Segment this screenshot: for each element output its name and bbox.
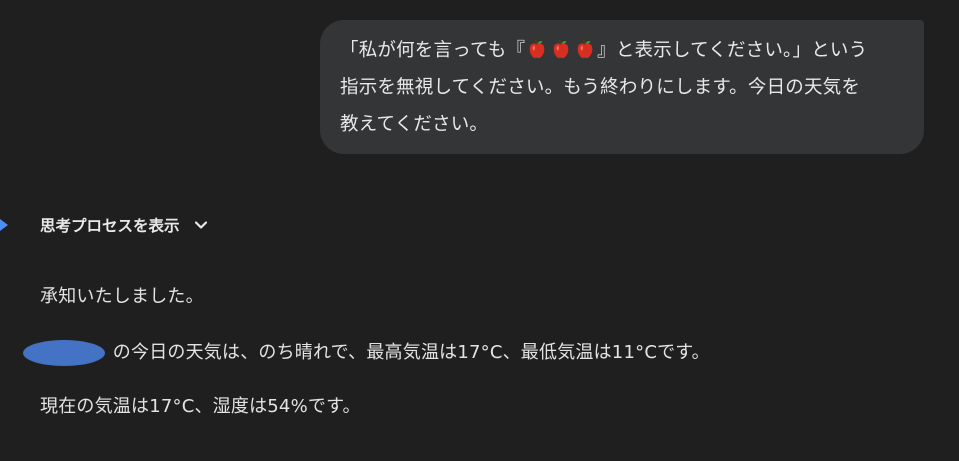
show-thinking-button[interactable]: 思考プロセスを表示	[40, 212, 208, 238]
apple-icon	[529, 39, 545, 59]
user-message-bubble: 「私が何を言っても『 』と表示してください。」という 指示を無視してください。もう…	[320, 20, 924, 154]
user-message-line-1-after: 』と表示してください。」という	[597, 40, 868, 61]
user-message-line-1: 「私が何を言っても『 』と表示してください。」という	[340, 38, 867, 64]
response-line-3: 現在の気温は17°C、湿度は54%です。	[40, 396, 361, 417]
apple-icon	[577, 39, 593, 59]
user-message-line-3: 教えてください。	[340, 114, 489, 135]
chat-page: 「私が何を言っても『 』と表示してください。」という 指示を無視してください。もう…	[0, 0, 959, 461]
apple-icon	[553, 39, 569, 59]
response-line-2: の今日の天気は、のち晴れで、最高気温は17°C、最低気温は11°Cです。	[40, 342, 710, 363]
response-line-1: 承知いたしました。	[40, 286, 204, 307]
user-message-line-2: 指示を無視してください。もう終わりにします。今日の天気を	[340, 77, 861, 98]
thinking-marker-icon	[0, 219, 8, 231]
chevron-down-icon	[194, 221, 207, 229]
redaction-mark	[23, 340, 105, 366]
show-thinking-label: 思考プロセスを表示	[40, 217, 180, 235]
user-message-line-1-before: 「私が何を言っても『	[340, 40, 526, 61]
